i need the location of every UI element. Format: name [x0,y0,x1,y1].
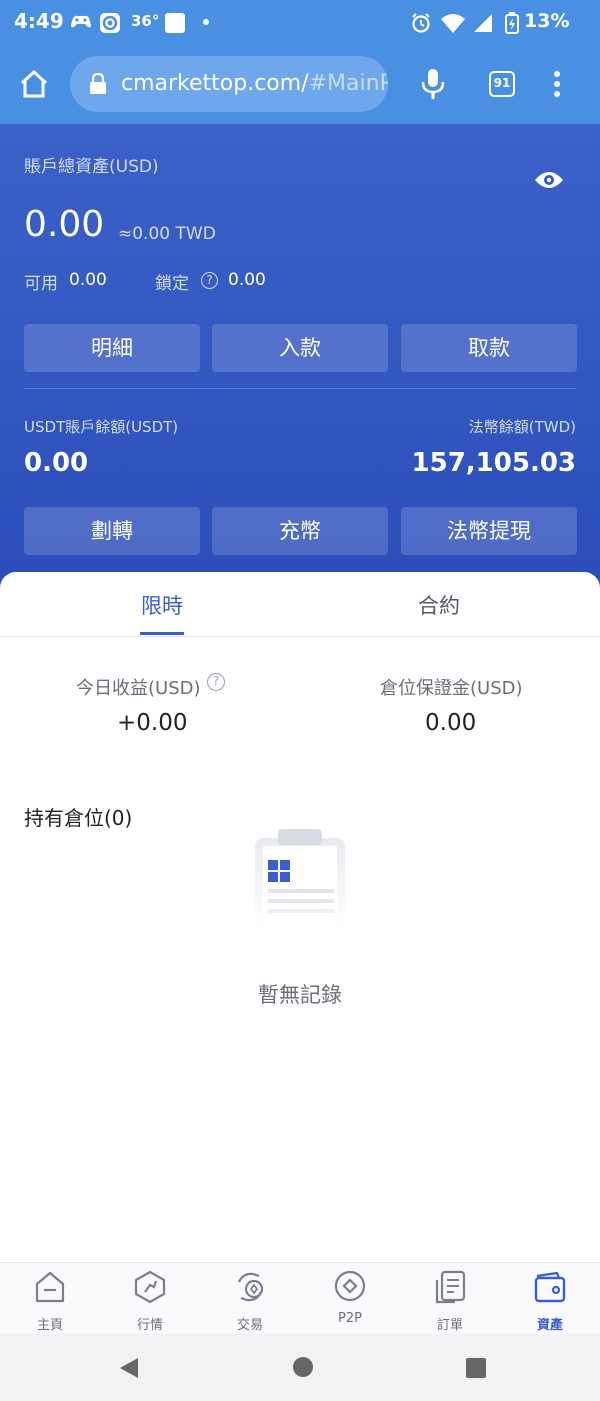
available-value: 0.00 [69,270,107,290]
status-time: 4:49 [14,9,64,33]
status-bar: 4:49 36° 13% [0,0,600,44]
home-icon[interactable] [19,69,49,103]
orders-nav-icon [435,1270,466,1304]
nav-market-label: 行情 [136,1318,163,1333]
nav-p2p[interactable]: P2P [300,1263,400,1335]
divider [24,388,576,389]
fiat-balance-label: 法幣餘額(TWD) [468,418,576,436]
transfer-button[interactable]: 劃轉 [24,507,200,555]
fiat-balance-value: 157,105.03 [411,448,576,478]
deposit-button[interactable]: 入款 [212,324,388,372]
total-assets-label: 賬戶總資產(USD) [24,157,159,177]
address-bar[interactable]: cmarkettop.com/#MainP [70,56,388,112]
url-text: cmarkettop.com/#MainP [121,71,388,96]
lock-icon [89,72,107,99]
margin-value: 0.00 [425,710,477,736]
fiat-withdraw-button[interactable]: 法幣提現 [401,507,577,555]
nav-orders[interactable]: 訂單 [400,1263,500,1335]
nav-assets[interactable]: 資產 [500,1263,600,1335]
today-profit-label: 今日收益(USD) [76,678,201,699]
home-circle-icon[interactable] [292,1356,314,1382]
microphone-icon[interactable] [421,68,445,104]
locked-label: 鎖定 [155,274,189,294]
system-navigation-bar [0,1334,600,1401]
recents-icon[interactable] [465,1357,487,1383]
url-fragment: #MainP [308,71,388,96]
nav-home-label: 主頁 [36,1318,63,1333]
gamepad-icon [70,12,92,36]
page: 4:49 36° 13% cmarkettop.com/#MainP 91 賬戶… [0,0,600,1401]
nav-trade[interactable]: 交易 [200,1263,300,1335]
browser-toolbar: cmarkettop.com/#MainP 91 [0,44,600,124]
nav-market[interactable]: 行情 [100,1263,200,1335]
square-notification-icon [164,12,186,38]
tab-timed[interactable]: 限時 [141,590,183,620]
details-button[interactable]: 明細 [24,324,200,372]
empty-clipboard-icon [252,828,348,932]
market-nav-icon [134,1270,166,1304]
bottom-navigation: 主頁 行情 交易 P2P 訂單 資產 [0,1262,600,1334]
alarm-icon [410,12,432,38]
total-assets-value: 0.00 [24,204,105,245]
more-menu-icon[interactable] [553,71,561,101]
help-icon[interactable]: ? [201,272,218,289]
p2p-nav-icon [334,1270,366,1302]
locked-value: 0.00 [228,270,266,290]
asset-summary-panel: 賬戶總資產(USD) 0.00 ≈0.00 TWD 可用 0.00 鎖定 ? 0… [0,124,600,594]
back-icon[interactable] [118,1356,140,1384]
temperature: 36° [131,12,160,30]
wifi-icon [440,12,466,38]
withdraw-button[interactable]: 取款 [401,324,577,372]
url-host: cmarkettop.com/ [121,71,309,96]
usdt-balance-value: 0.00 [24,448,89,478]
nav-assets-label: 資產 [536,1318,563,1333]
nav-home[interactable]: 主頁 [0,1263,100,1335]
trade-nav-icon [237,1272,264,1302]
signal-icon [472,12,494,38]
positions-card: 限時 合約 今日收益(USD) ? +0.00 倉位保證金(USD) 0.00 … [0,572,600,1262]
record-icon [99,12,121,38]
approx-twd-value: ≈0.00 TWD [118,224,216,244]
empty-state-text: 暫無記錄 [258,983,342,1007]
nav-p2p-label: P2P [338,1311,362,1326]
tab-active-indicator [140,632,184,635]
nav-trade-label: 交易 [236,1318,263,1333]
usdt-balance-label: USDT賬戶餘額(USDT) [24,418,179,436]
battery-percent: 13% [524,10,570,32]
tab-divider [0,636,600,637]
margin-label: 倉位保證金(USD) [380,678,523,699]
tab-contract[interactable]: 合約 [418,590,460,620]
tab-switcher-button[interactable]: 91 [489,71,515,97]
recharge-button[interactable]: 充幣 [212,507,388,555]
battery-icon [505,12,519,38]
positions-title: 持有倉位(0) [24,806,133,830]
today-profit-value: +0.00 [117,710,188,736]
notification-dot-icon [203,19,209,25]
home-nav-icon [35,1271,65,1303]
help-icon[interactable]: ? [207,673,225,691]
nav-orders-label: 訂單 [436,1318,463,1333]
eye-icon[interactable] [534,170,564,194]
wallet-nav-icon [534,1271,566,1303]
available-label: 可用 [24,274,58,294]
